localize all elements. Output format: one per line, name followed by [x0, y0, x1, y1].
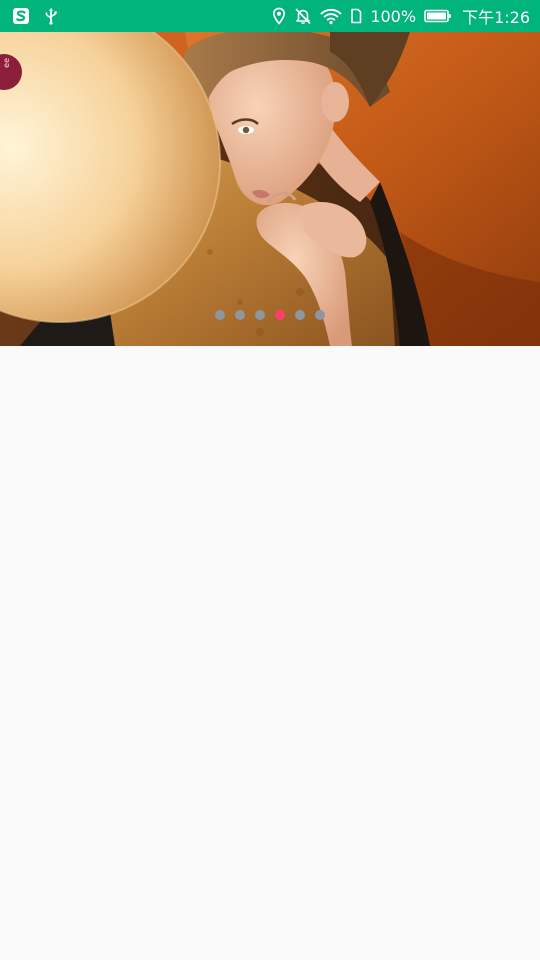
carousel-dot-active[interactable]	[275, 310, 285, 320]
carousel-dot[interactable]	[255, 310, 265, 320]
wifi-icon	[320, 7, 342, 25]
battery-percent: 100%	[370, 6, 417, 26]
status-left-group	[12, 7, 58, 25]
status-clock: 下午1:26	[462, 8, 530, 27]
carousel-indicator	[0, 310, 540, 320]
carousel-dot[interactable]	[315, 310, 325, 320]
carousel-dot[interactable]	[215, 310, 225, 320]
status-right-group: 100% 下午1:26	[272, 4, 530, 28]
carousel-dot[interactable]	[295, 310, 305, 320]
mute-icon	[294, 7, 312, 25]
battery-icon	[424, 7, 452, 25]
content-area	[0, 346, 540, 960]
location-icon	[272, 7, 286, 25]
banner-carousel[interactable]: ee	[0, 32, 540, 346]
status-bar: 100% 下午1:26	[0, 0, 540, 32]
usb-icon	[44, 7, 58, 25]
banner-image[interactable]	[0, 32, 540, 346]
corner-badge-text: ee	[2, 58, 11, 68]
carousel-dot[interactable]	[235, 310, 245, 320]
sogou-input-icon	[12, 7, 30, 25]
sim-icon	[350, 7, 362, 25]
